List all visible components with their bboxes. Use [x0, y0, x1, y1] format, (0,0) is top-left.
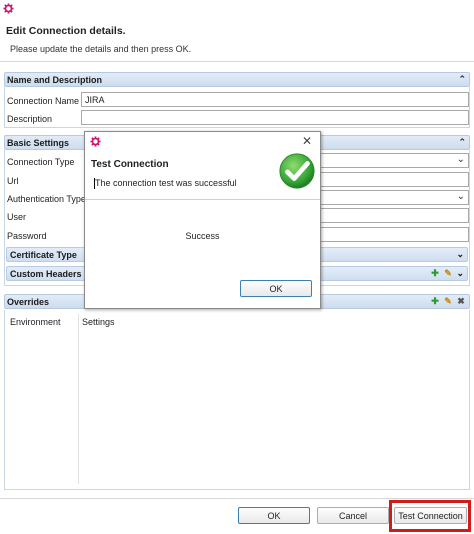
description-label: Description [7, 114, 53, 124]
dialog-subtitle: Please update the details and then press… [10, 44, 192, 54]
section-title: Basic Settings [7, 138, 70, 148]
name-description-section-header[interactable]: Name and Description ⌃ [4, 72, 470, 87]
chevron-down-icon: ⌄ [456, 154, 465, 165]
section-title: Name and Description [7, 75, 103, 85]
header-divider [0, 61, 474, 62]
dialog-title: Edit Connection details. [6, 25, 126, 37]
connection-name-input[interactable]: JIRA [81, 92, 469, 107]
expand-chevron-icon[interactable]: ⌄ [456, 268, 464, 279]
user-label: User [7, 212, 27, 222]
modal-divider [85, 199, 320, 200]
edit-header-icon[interactable]: ✎ [443, 268, 453, 278]
column-header-environment[interactable]: Environment [10, 317, 61, 327]
delete-override-icon[interactable]: ✖ [456, 296, 466, 306]
modal-gear-icon [90, 136, 101, 147]
modal-message: The connection test was successful [94, 178, 237, 189]
add-override-plus-icon[interactable]: ✚ [430, 296, 440, 306]
overrides-table: Environment Settings [4, 310, 470, 490]
connection-name-label: Connection Name [7, 96, 80, 106]
collapse-chevron-icon[interactable]: ⌃ [458, 137, 466, 148]
authentication-type-label: Authentication Type [7, 194, 86, 204]
footer-divider [0, 498, 474, 499]
modal-status-text: Success [185, 231, 220, 241]
cancel-button[interactable]: Cancel [317, 507, 389, 524]
close-icon[interactable]: ✕ [302, 134, 312, 148]
url-label: Url [7, 176, 19, 186]
add-header-plus-icon[interactable]: ✚ [430, 268, 440, 278]
password-label: Password [7, 231, 47, 241]
check-circle-icon [279, 153, 315, 189]
section-title: Overrides [7, 297, 50, 307]
test-connection-modal: ✕ Test Connection The connection test wa… [84, 131, 321, 309]
chevron-down-icon: ⌄ [456, 191, 465, 202]
description-input[interactable] [81, 110, 469, 125]
ok-button[interactable]: OK [238, 507, 310, 524]
modal-title: Test Connection [91, 159, 169, 170]
connection-type-label: Connection Type [7, 157, 75, 167]
collapse-chevron-icon[interactable]: ⌃ [458, 74, 466, 85]
app-gear-icon [3, 3, 14, 14]
sub-section-title: Custom Headers [10, 269, 82, 279]
test-connection-highlight-box [389, 500, 471, 532]
column-divider [78, 314, 79, 484]
edit-override-icon[interactable]: ✎ [443, 296, 453, 306]
sub-section-title: Certificate Type [10, 250, 77, 260]
modal-ok-button[interactable]: OK [240, 280, 312, 297]
expand-chevron-icon[interactable]: ⌄ [456, 249, 464, 260]
column-header-settings[interactable]: Settings [82, 317, 115, 327]
